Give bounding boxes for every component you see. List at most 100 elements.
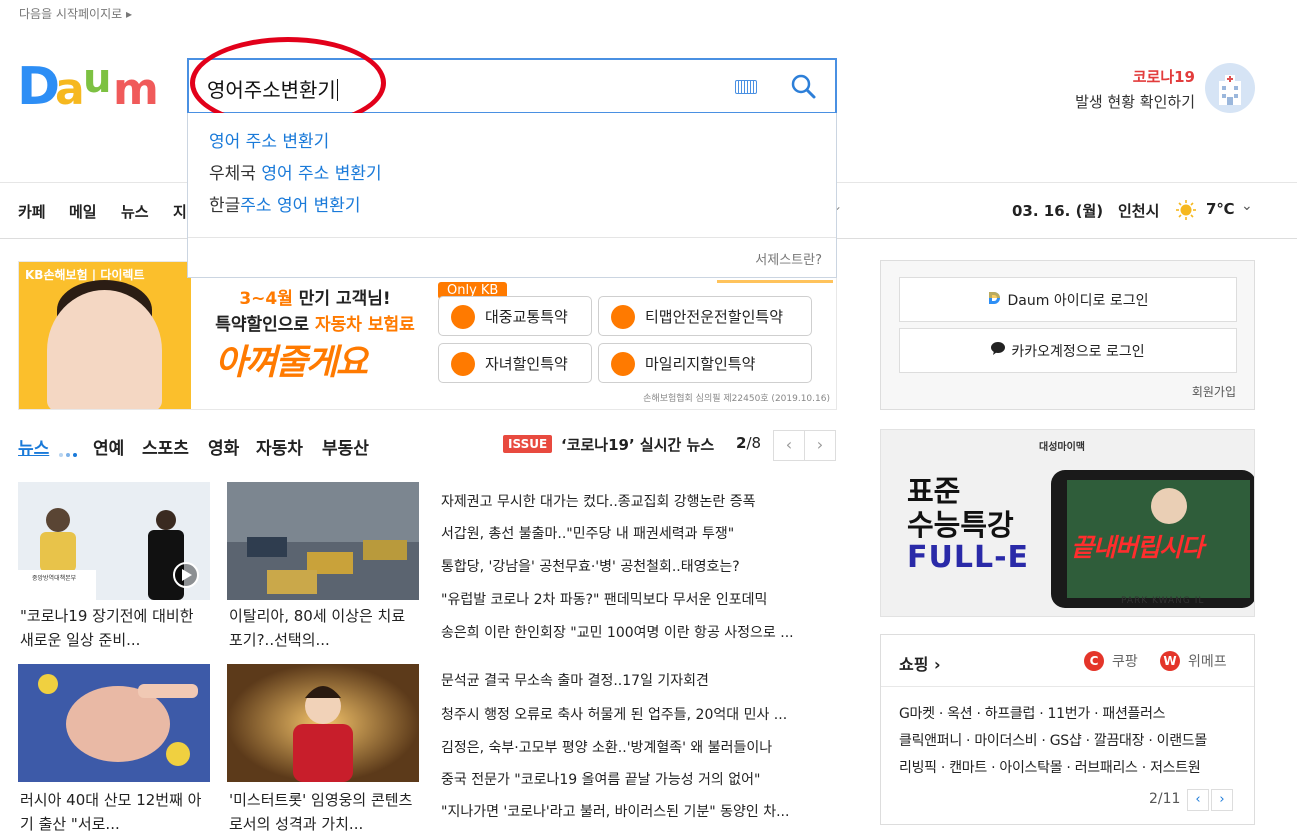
tab-sports[interactable]: 스포츠: [142, 434, 189, 459]
news-thumbnail[interactable]: 중앙방역대책본부: [18, 482, 210, 600]
daum-logo[interactable]: D a u m: [17, 56, 167, 117]
ad-slogan: 아껴줄게요: [215, 343, 368, 383]
join-link[interactable]: 회원가입: [1192, 383, 1236, 400]
ad-disclaimer: 손해보험협회 심의필 제22450호 (2019.10.16): [643, 394, 830, 404]
bus-icon: [451, 305, 475, 329]
login-box: Daum 아이디로 로그인 카카오계정으로 로그인 회원가입: [880, 260, 1255, 410]
news-headline[interactable]: 문석균 결국 무소속 출마 결정..17일 기자회견: [441, 670, 836, 690]
news-headline[interactable]: 자제권고 무시한 대가는 컸다..종교집회 강행논란 증폭: [441, 491, 836, 511]
search-button[interactable]: [789, 72, 819, 102]
tab-car[interactable]: 자동차: [256, 434, 303, 459]
kakao-login-button[interactable]: 카카오계정으로 로그인: [899, 328, 1237, 373]
ad-button-child[interactable]: 자녀할인특약: [438, 343, 592, 383]
teacher-image: [1151, 488, 1187, 524]
ad-title: 표준 수능특강: [907, 474, 1014, 542]
news-headline[interactable]: 송은희 이란 한인회장 "교민 100여명 이란 항공 사정으로 ...: [441, 622, 836, 642]
kb-logo: KB손해보험 | 다이렉트: [25, 268, 145, 282]
shopping-links-row[interactable]: 클릭앤퍼니 · 마이더스비 · GS샵 · 깔끔대장 · 이랜드몰: [899, 730, 1207, 750]
chevron-down-icon[interactable]: ⌄: [1241, 198, 1253, 214]
teacher-name: PARK KWANG IL: [1121, 596, 1205, 606]
suggestion-item[interactable]: 영어 주소 변환기: [209, 127, 329, 152]
news-thumbnail[interactable]: [18, 664, 210, 782]
tmap-icon: [611, 305, 635, 329]
news-pagination: 2/8: [736, 434, 762, 452]
news-prev-button[interactable]: ‹: [773, 430, 805, 461]
coupang-icon: C: [1084, 651, 1104, 671]
ad-slogan: 끝내버립시다: [1071, 533, 1204, 562]
daesung-logo: 대성마이맥: [1039, 442, 1085, 453]
issue-badge: ISSUE: [503, 435, 553, 453]
news-headline[interactable]: 김정은, 숙부·고모부 평양 소환..'방계혈족' 왜 불러들이나: [441, 737, 836, 757]
daum-login-button[interactable]: Daum 아이디로 로그인: [899, 277, 1237, 322]
news-headline[interactable]: 통합당, '강남을' 공천무효·'병' 공천철회..태영호는?: [441, 556, 836, 576]
hospital-icon[interactable]: [1205, 63, 1255, 113]
ad-headline-2: 특약할인으로 자동차 보험료: [215, 315, 415, 335]
issue-title[interactable]: ‘코로나19’ 실시간 뉴스: [561, 434, 714, 455]
corona-status-link[interactable]: 코로나19 발생 현황 확인하기: [1065, 66, 1195, 112]
ad-headline-1: 3~4월 만기 고객님!: [239, 289, 391, 309]
news-thumbnail-caption[interactable]: "코로나19 장기전에 대비한 새로운 일상 준비...: [20, 604, 212, 652]
news-thumbnail[interactable]: [227, 664, 419, 782]
shopping-box: 쇼핑 › C 쿠팡 W 위메프 G마켓 · 옥션 · 하프클럽 · 11번가 ·…: [880, 634, 1255, 825]
shopping-title[interactable]: 쇼핑 ›: [899, 651, 941, 675]
coupang-link[interactable]: 쿠팡: [1112, 651, 1138, 671]
daesung-ad-banner[interactable]: 대성마이맥 표준 수능특강 FULL-E 끝내버립시다 PARK KWANG IL: [880, 429, 1255, 617]
weather-temperature: 7℃: [1206, 200, 1235, 218]
svg-text:중앙방역대책본부: 중앙방역대책본부: [32, 574, 77, 582]
suggest-divider: [188, 237, 836, 238]
tab-loading-dots: [58, 443, 80, 457]
svg-text:a: a: [55, 64, 85, 112]
news-thumbnail-caption[interactable]: 러시아 40대 산모 12번째 아기 출산 "서로...: [20, 788, 212, 836]
news-headline[interactable]: "지나가면 '코로나'라고 불러, 바이러스된 기분" 동양인 차...: [441, 801, 836, 821]
daum-d-icon: [988, 291, 1002, 309]
nav-mail[interactable]: 메일: [69, 201, 97, 222]
suggestion-item[interactable]: 우체국 영어 주소 변환기: [209, 159, 382, 184]
news-thumbnail-caption[interactable]: 이탈리아, 80세 이상은 치료 포기?..선택의...: [229, 604, 421, 652]
wemakeprice-link[interactable]: 위메프: [1188, 651, 1227, 671]
kb-ad-banner[interactable]: KB손해보험 | 다이렉트 3~4월 만기 고객님! 특약할인으로 자동차 보험…: [18, 261, 837, 410]
shopping-prev-button[interactable]: ‹: [1187, 789, 1209, 811]
tab-realestate[interactable]: 부동산: [322, 434, 369, 459]
news-headline[interactable]: "유럽발 코로나 2차 파동?" 팬데믹보다 무서운 인포데믹: [441, 589, 836, 609]
ad-accent-bar: [717, 280, 833, 283]
shopping-links-row[interactable]: G마켓 · 옥션 · 하프클럽 · 11번가 · 패션플러스: [899, 703, 1166, 723]
ad-subtitle: FULL-E: [907, 540, 1030, 575]
date-text: 03. 16. (월): [1012, 202, 1104, 220]
set-start-page-link[interactable]: 다음을 시작페이지로 ▸: [19, 5, 132, 22]
news-thumbnail[interactable]: [227, 482, 419, 600]
news-next-button[interactable]: ›: [804, 430, 836, 461]
shopping-header: 쇼핑 › C 쿠팡 W 위메프: [881, 635, 1254, 687]
shopping-next-button[interactable]: ›: [1211, 789, 1233, 811]
wemakeprice-icon: W: [1160, 651, 1180, 671]
svg-text:m: m: [113, 64, 159, 112]
news-headline[interactable]: 중국 전문가 "코로나19 올여름 끝날 가능성 거의 없어": [441, 769, 836, 789]
search-icon: [791, 74, 816, 99]
ad-button-transit[interactable]: 대중교통특약: [438, 296, 592, 336]
kakao-bubble-icon: [991, 342, 1006, 359]
nav-news[interactable]: 뉴스: [121, 201, 149, 222]
search-suggestions: 영어 주소 변환기 우체국 영어 주소 변환기 한글주소 영어 변환기 서제스트…: [187, 113, 837, 278]
suggest-help-link[interactable]: 서제스트란?: [755, 249, 822, 268]
sun-icon: [1176, 200, 1196, 220]
suggestion-item[interactable]: 한글주소 영어 변환기: [209, 191, 361, 216]
ad-model-image: KB손해보험 | 다이렉트: [19, 262, 191, 409]
child-icon: [451, 352, 475, 376]
nav-more[interactable]: 지: [173, 201, 187, 222]
shopping-pagination: 2/11: [1149, 791, 1181, 807]
news-headline[interactable]: 서갑원, 총선 불출마.."민주당 내 패권세력과 투쟁": [441, 523, 836, 543]
keyboard-icon[interactable]: [735, 80, 757, 94]
weather-city[interactable]: 인천시: [1118, 200, 1159, 221]
gauge-icon: [611, 352, 635, 376]
corona-subtitle: 발생 현황 확인하기: [1075, 93, 1195, 111]
news-headline[interactable]: 청주시 행정 오류로 축사 허물게 된 업주들, 20억대 민사 ...: [441, 704, 836, 724]
ad-button-tmap[interactable]: 티맵안전운전할인특약: [598, 296, 812, 336]
tab-movie[interactable]: 영화: [208, 434, 239, 459]
tab-news[interactable]: 뉴스: [18, 434, 49, 459]
svg-text:u: u: [83, 56, 111, 102]
nav-cafe[interactable]: 카페: [18, 201, 46, 222]
svg-text:D: D: [17, 57, 60, 112]
ad-button-mileage[interactable]: 마일리지할인특약: [598, 343, 812, 383]
tab-entertainment[interactable]: 연예: [93, 434, 124, 459]
news-thumbnail-caption[interactable]: '미스터트롯' 임영웅의 콘텐츠로서의 성격과 가치...: [229, 788, 421, 836]
shopping-links-row[interactable]: 리빙픽 · 캔마트 · 아이스탁몰 · 러브패리스 · 저스트원: [899, 757, 1201, 777]
